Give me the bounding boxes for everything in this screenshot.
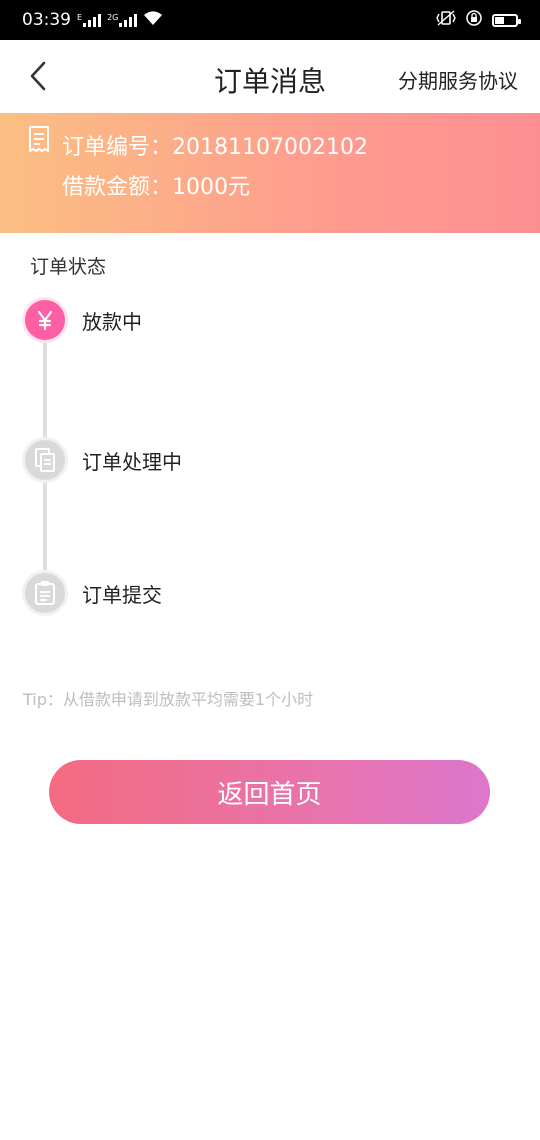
documents-icon xyxy=(22,437,68,483)
tip-text: Tip：从借款申请到放款平均需要1个小时 xyxy=(23,690,314,709)
clipboard-icon xyxy=(22,570,68,616)
sim1-label: E xyxy=(77,13,83,22)
sim2-label: 2G xyxy=(107,13,119,22)
signal-icon: E xyxy=(77,13,102,27)
signal-2g-icon: 2G xyxy=(107,13,138,27)
status-step-disbursing: 放款中 xyxy=(22,297,142,343)
status-step-processing: 订单处理中 xyxy=(22,437,182,483)
status-step-submitted: 订单提交 xyxy=(22,570,162,616)
vibrate-icon xyxy=(436,9,456,31)
order-info-banner: 订单编号：20181107002102 借款金额：1000元 xyxy=(0,113,540,233)
lock-icon xyxy=(466,9,482,31)
step-label: 放款中 xyxy=(82,309,142,334)
step-label: 订单处理中 xyxy=(82,449,182,474)
battery-icon xyxy=(492,13,521,27)
wifi-icon xyxy=(143,10,163,31)
step-label: 订单提交 xyxy=(82,582,162,607)
loan-amount: 借款金额：1000元 xyxy=(62,175,250,200)
status-bar: 03:39 E 2G xyxy=(0,0,540,40)
installment-agreement-link[interactable]: 分期服务协议 xyxy=(398,65,518,94)
receipt-icon xyxy=(29,126,49,152)
yuan-icon xyxy=(22,297,68,343)
order-status-label: 订单状态 xyxy=(30,256,107,278)
nav-bar: 订单消息 分期服务协议 xyxy=(0,40,540,113)
status-time: 03:39 xyxy=(22,10,71,30)
order-number: 订单编号：20181107002102 xyxy=(62,135,368,160)
return-home-button[interactable]: 返回首页 xyxy=(49,760,490,824)
